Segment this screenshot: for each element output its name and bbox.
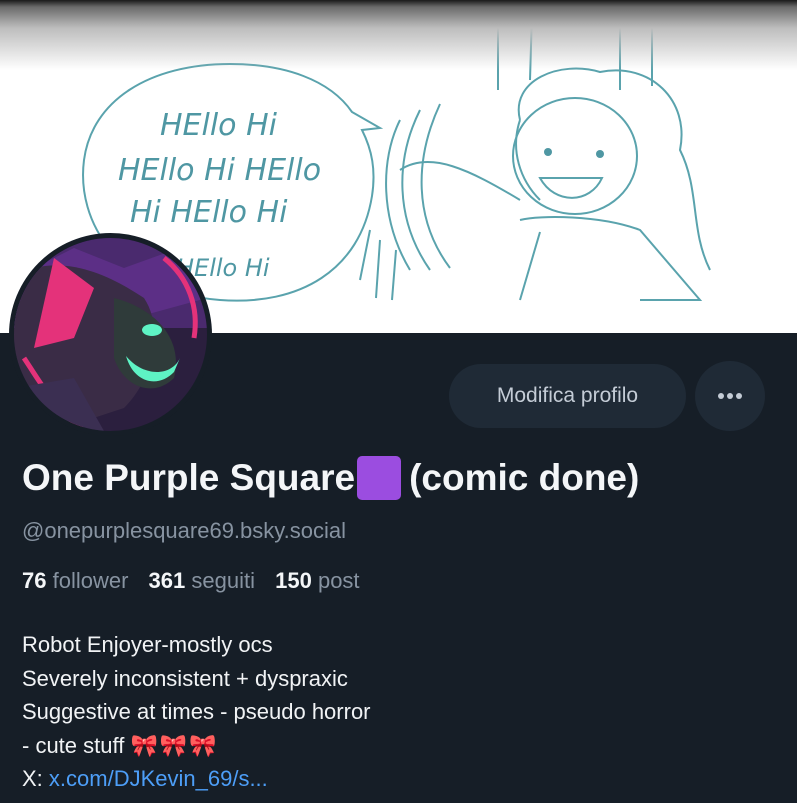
bio-line-4: - cute stuff 🎀🎀🎀 [22,729,371,763]
purple-square-emoji-icon [357,456,402,500]
ribbon-bow-icons: 🎀🎀🎀 [130,732,219,758]
bio-line-1: Robot Enjoyer-mostly ocs [22,632,273,657]
speech-line-1: HEllo Hi [160,108,278,143]
speech-line-3: Hi HEllo Hi [130,195,288,230]
more-options-button[interactable] [695,361,765,431]
bio-line-4-text: - cute stuff [22,732,125,758]
followers-stat[interactable]: 76 follower [22,568,128,593]
banner-top-shade [0,0,797,70]
bio-link-line: X: x.com/DJKevin_69/s... [22,762,371,796]
bio-line-2: Severely inconsistent + dyspraxic [22,665,348,691]
more-dots-icon [718,393,742,399]
avatar[interactable] [9,233,212,436]
profile-handle: @onepurplesquare69.bsky.social [22,518,347,543]
speech-line-2: HEllo Hi HEllo [118,153,321,188]
bio-line-3: Suggestive at times - pseudo horror [22,699,371,724]
following-count: 361 [148,568,186,593]
posts-count: 150 [275,568,312,593]
following-label: seguiti [191,568,255,593]
posts-stat[interactable]: 150 post [275,568,359,593]
posts-label: post [317,568,360,593]
display-name: One Purple Square (comic done) [22,456,792,500]
display-name-text: One Purple Square [22,457,356,498]
following-stat[interactable]: 361 seguiti [149,568,255,593]
bio-link-prefix: X: [22,766,43,791]
avatar-image [14,238,207,431]
profile-bio: Robot Enjoyer-mostly ocs Severely incons… [22,628,371,796]
bio-link[interactable]: x.com/DJKevin_69/s... [49,766,268,791]
followers-count: 76 [22,568,47,593]
profile-stats: 76 follower 361 seguiti 150 post [22,568,374,594]
edit-profile-button[interactable]: Modifica profilo [449,364,686,428]
display-name-suffix: (comic done) [409,457,640,498]
followers-label: follower [52,568,129,593]
